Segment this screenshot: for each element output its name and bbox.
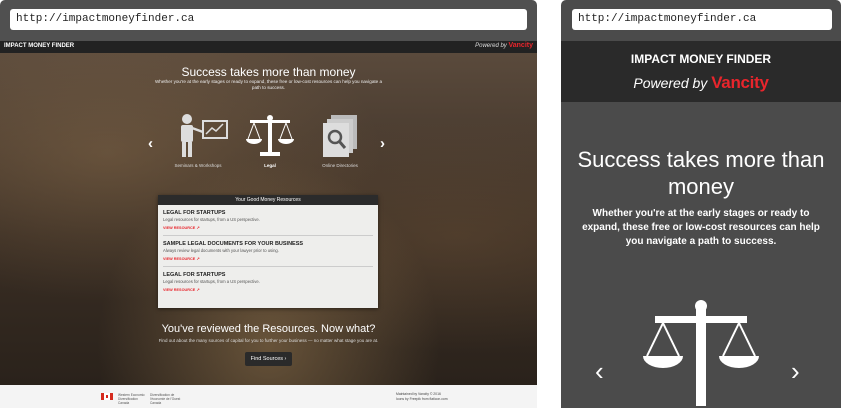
presenter-icon — [181, 114, 228, 157]
view-resource-link[interactable]: VIEW RESOURCE ↗ — [163, 287, 378, 292]
resource-title: LEGAL FOR STARTUPS — [163, 272, 226, 278]
mobile-prev-icon[interactable]: ‹ — [595, 356, 604, 387]
category-carousel: ‹ Seminars & Workshops Legal Online Dire… — [0, 113, 537, 183]
scale-icon — [246, 115, 294, 156]
mobile-hero-subtitle: Whether you're at the early stages or re… — [582, 208, 820, 247]
desktop-hero: Success takes more than money Whether yo… — [0, 53, 537, 385]
powered-by-text: Powered by — [633, 75, 708, 91]
resource-title: SAMPLE LEGAL DOCUMENTS FOR YOUR BUSINESS — [163, 241, 304, 247]
hero-title: Success takes more than money — [181, 65, 356, 79]
desktop-footer: Western Economic Diversification Canada … — [0, 385, 537, 408]
gov-name-en: Western Economic Diversification Canada — [118, 393, 145, 405]
desktop-brand[interactable]: IMPACT MONEY FINDER — [4, 43, 74, 49]
cta-title: You've reviewed the Resources. Now what? — [161, 323, 376, 335]
vancity-logo[interactable]: Vancity — [508, 42, 533, 49]
resource-item: LEGAL FOR STARTUPS Legal resources for s… — [163, 210, 378, 230]
documents-search-icon — [323, 115, 357, 157]
desktop-top-bar: IMPACT MONEY FINDER Powered by Vancity — [0, 41, 537, 53]
cta-subtitle: Find out about the many sources of capit… — [158, 338, 379, 343]
mobile-mockup: http://impactmoneyfinder.ca IMPACT MONEY… — [561, 0, 841, 408]
carousel-next-icon[interactable]: › — [380, 135, 385, 152]
vancity-logo[interactable]: Vancity — [711, 73, 769, 92]
resource-item: SAMPLE LEGAL DOCUMENTS FOR YOUR BUSINESS… — [163, 241, 378, 261]
resources-panel-title: Your Good Money Resources — [158, 195, 378, 205]
carousel-label: Online Directories — [322, 163, 358, 168]
mobile-powered-by: Powered by Vancity — [561, 73, 841, 93]
mobile-brand[interactable]: IMPACT MONEY FINDER — [561, 52, 841, 66]
hero-subtitle: Whether you're at the early stages or re… — [154, 79, 383, 90]
carousel-prev-icon[interactable]: ‹ — [148, 135, 153, 152]
scale-icon — [643, 300, 759, 406]
mobile-url-bar[interactable]: http://impactmoneyfinder.ca — [572, 9, 832, 30]
carousel-item-seminars[interactable]: Seminars & Workshops — [163, 113, 233, 168]
resource-title: LEGAL FOR STARTUPS — [163, 210, 226, 216]
icon-credit[interactable]: Icons by Freepik from flaticon.com — [396, 397, 448, 402]
divider — [163, 266, 373, 267]
carousel-item-legal[interactable]: Legal — [235, 113, 305, 168]
mobile-next-icon[interactable]: › — [791, 356, 800, 387]
view-resource-link[interactable]: VIEW RESOURCE ↗ — [163, 256, 378, 261]
canada-flag-icon — [101, 393, 113, 400]
resource-item: LEGAL FOR STARTUPS Legal resources for s… — [163, 272, 378, 292]
resources-panel: Your Good Money Resources LEGAL FOR STAR… — [158, 195, 378, 308]
mobile-header: IMPACT MONEY FINDER Powered by Vancity — [561, 41, 841, 102]
desktop-powered-by: Powered by Vancity — [475, 42, 533, 49]
footer-credits: Maintained by Vancity © 2016 Icons by Fr… — [396, 392, 448, 402]
desktop-url-bar[interactable]: http://impactmoneyfinder.ca — [10, 9, 527, 30]
carousel-item-directories[interactable]: Online Directories — [305, 113, 375, 168]
resource-description: Always review legal documents with your … — [163, 248, 279, 253]
mobile-hero-title: Success takes more than money — [577, 147, 825, 199]
gov-name-fr: Diversification de l'économie de l'Ouest… — [150, 393, 181, 405]
resource-description: Legal resources for startups, from a US … — [163, 279, 260, 284]
carousel-label: Legal — [264, 163, 276, 168]
powered-by-text: Powered by — [475, 43, 507, 49]
divider — [163, 235, 373, 236]
resource-description: Legal resources for startups, from a US … — [163, 217, 260, 222]
desktop-mockup: http://impactmoneyfinder.ca IMPACT MONEY… — [0, 0, 537, 408]
carousel-label: Seminars & Workshops — [174, 163, 222, 168]
view-resource-link[interactable]: VIEW RESOURCE ↗ — [163, 225, 378, 230]
find-sources-button[interactable]: Find Sources › — [245, 352, 292, 366]
